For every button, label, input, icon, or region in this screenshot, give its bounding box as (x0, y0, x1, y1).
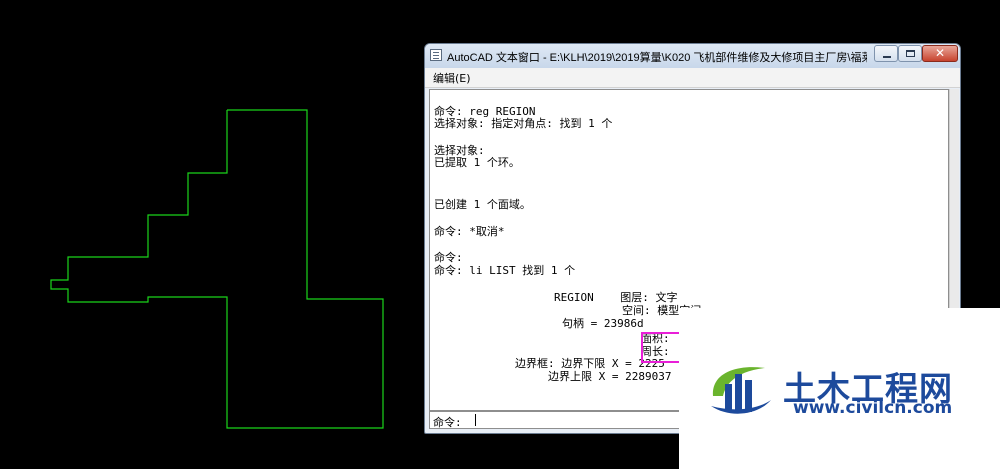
region-outline[interactable] (50, 109, 384, 429)
title-bar[interactable]: AutoCAD 文本窗口 - E:\KLH\2019\2019算量\K020 飞… (425, 44, 960, 69)
window-title: AutoCAD 文本窗口 - E:\KLH\2019\2019算量\K020 飞… (447, 52, 867, 64)
watermark-url: www.civilcn.com (793, 398, 953, 418)
history-line: 命令: (434, 251, 463, 264)
civilcn-logo-icon (711, 367, 771, 414)
maximize-icon (906, 50, 915, 57)
history-line: 选择对象: 指定对角点: 找到 1 个 (434, 117, 613, 130)
app-icon (430, 49, 442, 61)
history-line: 已提取 1 个环。 (434, 156, 520, 169)
close-button[interactable]: ✕ (922, 45, 958, 62)
watermark: 土木工程网 www.civilcn.com (679, 308, 1000, 469)
text-caret (475, 414, 476, 426)
history-line: 句柄 = 23986d (562, 317, 644, 330)
close-icon: ✕ (934, 46, 946, 60)
minimize-icon (883, 56, 891, 58)
maximize-button[interactable] (898, 45, 922, 62)
minimize-button[interactable] (874, 45, 898, 62)
menu-bar: 编辑(E) (425, 68, 960, 88)
history-line: 边界上限 X = 2289037 (548, 370, 672, 383)
history-line: 已创建 1 个面域。 (434, 198, 531, 211)
menu-edit[interactable]: 编辑(E) (433, 70, 471, 86)
history-line: REGION 图层: 文字 (554, 291, 678, 304)
history-line: 命令: *取消* (434, 225, 505, 238)
command-prompt: 命令: (433, 416, 462, 429)
history-line: 命令: li LIST 找到 1 个 (434, 264, 576, 277)
